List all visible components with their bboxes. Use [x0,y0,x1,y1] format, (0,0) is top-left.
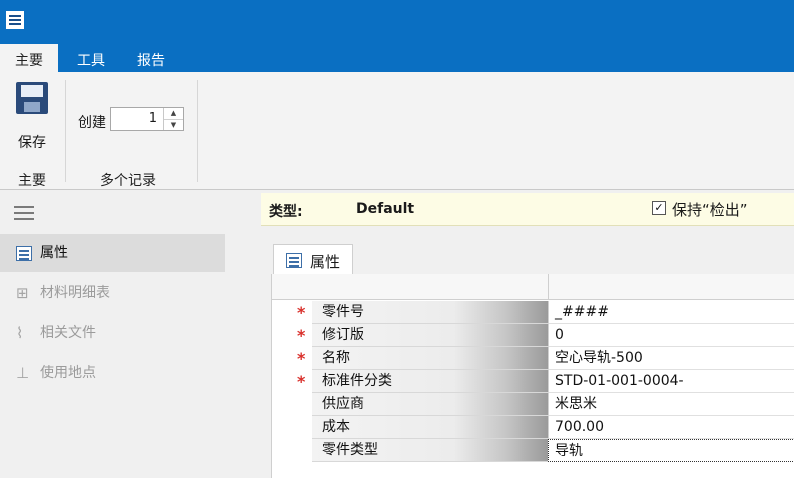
property-name: 标准件分类 [312,370,548,393]
required-star-icon: * [297,349,306,368]
property-value-standard-category[interactable]: STD-01-001-0004- [548,370,794,393]
property-name: 供应商 [312,393,548,416]
hierarchy-icon: ⊥ [16,364,30,382]
property-row: * 名称 空心导轨-500 [272,347,794,370]
hamburger-menu-icon[interactable] [14,206,34,220]
sidebar-item-properties[interactable]: 属性 [0,234,225,272]
property-value-cost[interactable]: 700.00 [548,416,794,439]
property-row: * 标准件分类 STD-01-001-0004- [272,370,794,393]
paperclip-icon: ⌇ [16,324,24,342]
property-value-revision[interactable]: 0 [548,324,794,347]
property-row: 成本 700.00 [272,416,794,439]
required-star-icon: * [297,372,306,391]
group-multi-label: 多个记录 [100,173,156,189]
property-row: 供应商 米思米 [272,393,794,416]
property-name: 零件号 [312,301,548,324]
sidebar-item-label: 属性 [40,245,68,261]
info-bar: 类型: Default ✓ 保持“检出” [261,193,794,226]
sidebar-item-where-used[interactable]: ⊥ 使用地点 [0,354,225,392]
sidebar-item-label: 材料明细表 [40,285,110,301]
property-name: 成本 [312,416,548,439]
properties-grid-icon [16,246,32,261]
stepper-up-icon[interactable]: ▲ [164,108,183,119]
content-area: 属性 * 零件号 _#### * 修订版 0 * 名称 空心导轨-500 * 标… [261,226,794,478]
ribbon: 保存 主要 创建 1 ▲ ▼ 多个记录 [0,72,794,190]
stepper-down-icon[interactable]: ▼ [164,119,183,130]
keep-checkout-checkbox[interactable]: ✓ [652,201,666,215]
ribbon-tab-tools[interactable]: 工具 [62,44,120,72]
sidebar-item-bom[interactable]: ⊞ 材料明细表 [0,274,225,312]
property-value-part-type[interactable]: 导轨 [548,439,794,462]
sidebar-item-related-files[interactable]: ⌇ 相关文件 [0,314,225,352]
tree-icon: ⊞ [16,284,29,302]
property-value-part-number[interactable]: _#### [548,301,794,324]
properties-grid: * 零件号 _#### * 修订版 0 * 名称 空心导轨-500 * 标准件分… [271,274,794,478]
create-label: 创建 [78,115,106,131]
keep-checkout-label[interactable]: 保持“检出” [672,199,748,220]
title-bar [0,0,794,44]
create-count-stepper[interactable]: 1 ▲ ▼ [110,107,184,131]
app-icon [6,11,24,29]
property-name: 零件类型 [312,439,548,462]
property-value-name[interactable]: 空心导轨-500 [548,347,794,370]
property-row: * 修订版 0 [272,324,794,347]
tab-properties-label: 属性 [310,253,341,271]
tab-properties[interactable]: 属性 [273,244,353,276]
properties-grid-icon [286,253,302,268]
ribbon-separator [197,80,198,182]
property-value-supplier[interactable]: 米思米 [548,393,794,416]
create-count-value: 1 [148,111,157,126]
grid-header [272,274,794,300]
sidebar-item-label: 使用地点 [40,365,96,381]
sidebar-item-label: 相关文件 [40,325,96,341]
ribbon-tab-main[interactable]: 主要 [0,44,58,72]
property-name: 名称 [312,347,548,370]
save-disk-icon [16,82,48,114]
required-star-icon: * [297,326,306,345]
type-value: Default [356,201,415,217]
group-main-label: 主要 [18,173,46,189]
property-row: 零件类型 导轨 [272,439,794,462]
sidebar: 属性 ⊞ 材料明细表 ⌇ 相关文件 ⊥ 使用地点 [0,191,245,478]
ribbon-tab-reports[interactable]: 报告 [122,44,180,72]
property-row: * 零件号 _#### [272,301,794,324]
ribbon-separator [65,80,66,182]
save-button[interactable]: 保存 [8,80,56,151]
ribbon-tab-bar: 主要 工具 报告 [0,44,794,72]
save-label: 保存 [18,135,46,151]
type-label: 类型: [269,204,303,220]
required-star-icon: * [297,303,306,322]
property-name: 修订版 [312,324,548,347]
